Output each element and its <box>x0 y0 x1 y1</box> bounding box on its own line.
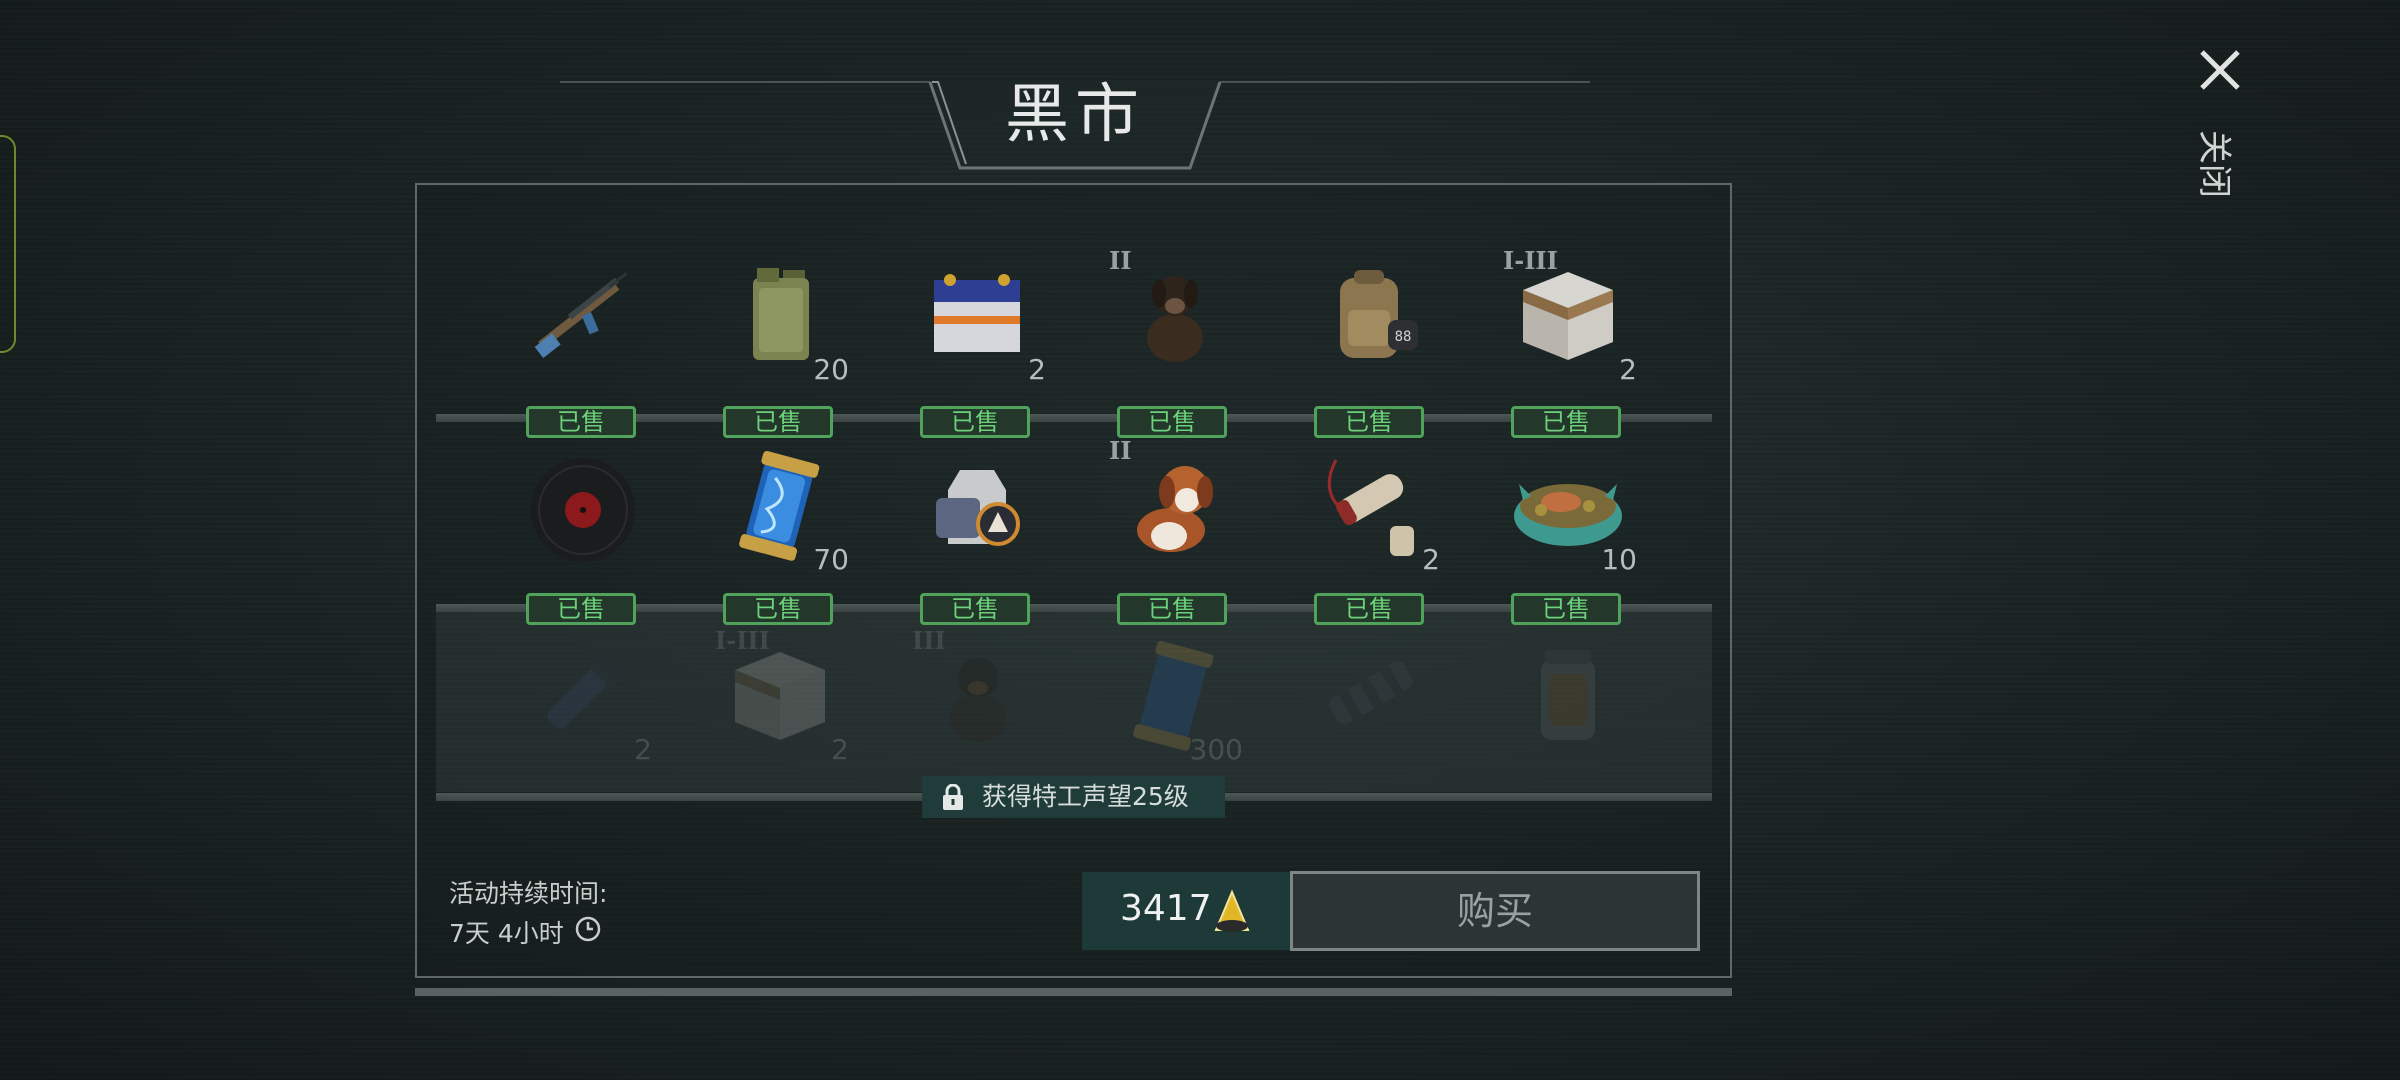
item-slot[interactable]: II <box>1099 246 1249 390</box>
side-tab-edge[interactable] <box>0 135 16 353</box>
item-tier: II <box>1109 436 1132 465</box>
unlock-requirement-badge: 获得特工声望25级 <box>922 776 1225 818</box>
lock-icon <box>943 784 963 810</box>
item-quantity: 300 <box>1189 733 1243 766</box>
clock-icon <box>575 916 601 942</box>
genesis-token-icon <box>1214 889 1250 932</box>
item-slot[interactable]: II <box>1099 436 1249 580</box>
item-slot[interactable]: 2 <box>902 250 1052 390</box>
sold-badge: 已售 <box>1314 593 1424 625</box>
item-slot[interactable]: 2 <box>1296 440 1446 580</box>
item-quantity: 10 <box>1601 543 1637 576</box>
price-value: 3417 <box>1120 888 1212 929</box>
sold-badge: 已售 <box>920 406 1030 438</box>
page-title: 黑市 <box>1005 78 1145 152</box>
item-quantity: 2 <box>831 733 849 766</box>
item-slot-locked[interactable] <box>1493 630 1643 770</box>
item-slot[interactable]: 70 <box>705 440 855 580</box>
jar-icon <box>1541 650 1595 740</box>
duration-value: 7天 4小时 <box>449 919 564 948</box>
item-slot[interactable] <box>508 250 658 390</box>
item-slot[interactable]: 10 <box>1493 440 1643 580</box>
item-tier: I-III <box>1503 246 1558 275</box>
item-quantity: 20 <box>813 353 849 386</box>
sold-badge: 已售 <box>1117 406 1227 438</box>
sold-badge: 已售 <box>920 593 1030 625</box>
unlock-requirement-text: 获得特工声望25级 <box>982 782 1189 811</box>
item-quantity: 2 <box>1619 353 1637 386</box>
sold-badge: 已售 <box>526 593 636 625</box>
item-slot-locked[interactable]: III <box>902 626 1052 770</box>
flashlight-icon <box>547 650 626 729</box>
sold-badge: 已售 <box>723 406 833 438</box>
item-slot[interactable]: 88 <box>1296 250 1446 390</box>
item-quantity: 2 <box>1422 543 1440 576</box>
item-slot-locked[interactable]: I-III 2 <box>705 626 855 770</box>
close-label: 关闭 <box>2194 130 2234 198</box>
item-slot-locked[interactable]: 300 <box>1099 630 1249 770</box>
armor-vest-icon <box>936 470 1020 546</box>
svg-text:88: 88 <box>1395 329 1412 345</box>
sold-badge: 已售 <box>526 406 636 438</box>
item-quantity: 70 <box>813 543 849 576</box>
price-display: 3417 <box>1082 872 1290 950</box>
item-slot[interactable] <box>902 440 1052 580</box>
car-battery-icon <box>934 274 1020 352</box>
item-tier: II <box>1109 246 1132 275</box>
item-slot-locked[interactable] <box>1296 630 1446 770</box>
panel-divider <box>415 988 1732 996</box>
backpack-icon: 88 <box>1340 270 1418 358</box>
item-slot[interactable]: I-III 2 <box>1493 246 1643 390</box>
duration-label: 活动持续时间: <box>449 879 608 908</box>
scroll-tube-icon <box>1327 459 1414 556</box>
sold-badge: 已售 <box>1314 406 1424 438</box>
item-slot[interactable]: 20 <box>705 250 855 390</box>
close-icon <box>2200 50 2240 90</box>
close-button[interactable]: 关闭 <box>2180 40 2260 220</box>
item-tier: I-III <box>715 626 770 655</box>
vinyl-record-icon <box>531 458 635 562</box>
sold-badge: 已售 <box>1117 593 1227 625</box>
item-slot-locked[interactable]: 2 <box>508 630 658 770</box>
item-tier: III <box>912 626 946 655</box>
sold-badge: 已售 <box>1511 406 1621 438</box>
sold-badge: 已售 <box>723 593 833 625</box>
sold-badge: 已售 <box>1511 593 1621 625</box>
assault-rifle-icon <box>534 271 628 358</box>
item-quantity: 2 <box>634 733 652 766</box>
item-quantity: 2 <box>1028 353 1046 386</box>
buy-button[interactable]: 购买 <box>1290 871 1700 951</box>
item-slot[interactable] <box>508 440 658 580</box>
engine-part-icon <box>1329 660 1413 726</box>
